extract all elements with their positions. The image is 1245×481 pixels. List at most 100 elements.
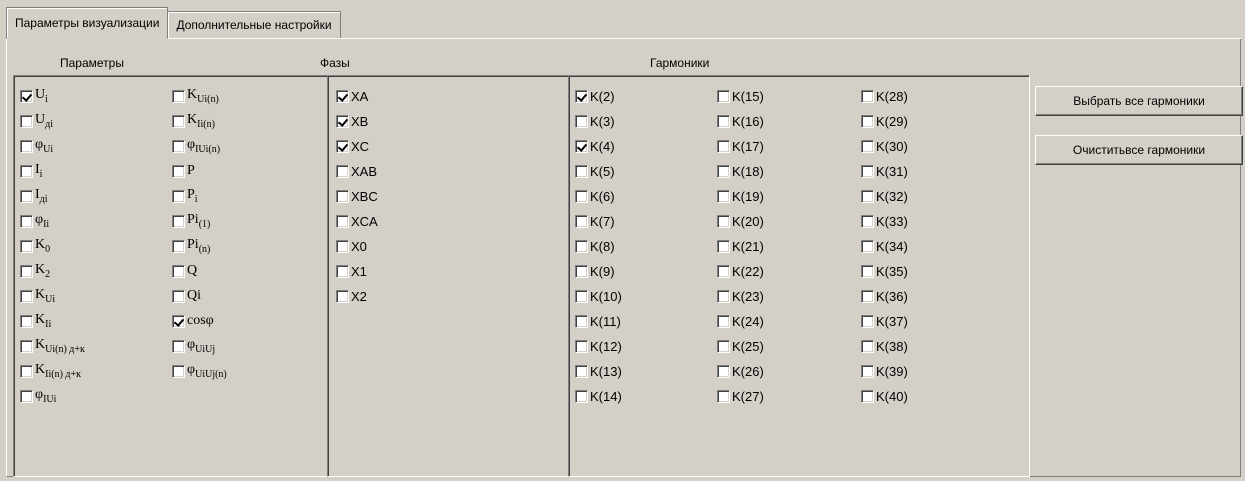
- phase-item-7[interactable]: X1: [336, 261, 367, 281]
- harmonic-col2-item-5[interactable]: K(20): [717, 211, 764, 231]
- harmonic-col1-item-12[interactable]: K(14): [575, 386, 622, 406]
- harmonic-col3-item-11[interactable]: K(39): [861, 361, 908, 381]
- param-col2-item-11[interactable]: φUiUj(n): [172, 361, 227, 381]
- harmonic-col2-item-7[interactable]: K(22): [717, 261, 764, 281]
- param-col2-item-6[interactable]: Pi(n): [172, 236, 210, 256]
- harmonic-col2-item-5-checkbox[interactable]: [717, 214, 730, 228]
- harmonic-col3-item-4-checkbox[interactable]: [861, 189, 874, 203]
- param-col1-item-6[interactable]: K0: [20, 236, 50, 256]
- phase-item-8[interactable]: X2: [336, 286, 367, 306]
- param-col2-item-9-checkbox[interactable]: [172, 314, 185, 328]
- harmonic-col3-item-7-checkbox[interactable]: [861, 264, 874, 278]
- param-col1-item-4[interactable]: Iдi: [20, 186, 48, 206]
- harmonic-col1-item-0[interactable]: K(2): [575, 86, 615, 106]
- harmonic-col3-item-2-checkbox[interactable]: [861, 139, 874, 153]
- harmonic-col1-item-8[interactable]: K(10): [575, 286, 622, 306]
- harmonic-col3-item-11-checkbox[interactable]: [861, 364, 874, 378]
- harmonic-col1-item-6[interactable]: K(8): [575, 236, 615, 256]
- harmonic-col1-item-11-checkbox[interactable]: [575, 364, 588, 378]
- phase-item-3[interactable]: XAB: [336, 161, 377, 181]
- harmonic-col1-item-5[interactable]: K(7): [575, 211, 615, 231]
- harmonic-col3-item-9[interactable]: K(37): [861, 311, 908, 331]
- harmonic-col3-item-4[interactable]: K(32): [861, 186, 908, 206]
- param-col2-item-0-checkbox[interactable]: [172, 89, 185, 103]
- harmonic-col1-item-8-checkbox[interactable]: [575, 289, 588, 303]
- harmonic-col1-item-4-checkbox[interactable]: [575, 189, 588, 203]
- param-col2-item-0[interactable]: KUi(n): [172, 86, 219, 106]
- harmonic-col3-item-10-checkbox[interactable]: [861, 339, 874, 353]
- param-col1-item-8-checkbox[interactable]: [20, 289, 33, 303]
- param-col1-item-10-checkbox[interactable]: [20, 339, 33, 353]
- harmonic-col1-item-1[interactable]: K(3): [575, 111, 615, 131]
- param-col1-item-4-checkbox[interactable]: [20, 189, 33, 203]
- phase-item-1[interactable]: XB: [336, 111, 368, 131]
- harmonic-col1-item-10-checkbox[interactable]: [575, 339, 588, 353]
- param-col2-item-1[interactable]: KIi(n): [172, 111, 215, 131]
- param-col1-item-10[interactable]: KUi(n) д+к: [20, 336, 85, 356]
- param-col2-item-7-checkbox[interactable]: [172, 264, 185, 278]
- phase-item-1-checkbox[interactable]: [336, 114, 349, 128]
- harmonic-col2-item-6-checkbox[interactable]: [717, 239, 730, 253]
- harmonic-col2-item-8-checkbox[interactable]: [717, 289, 730, 303]
- phase-item-0-checkbox[interactable]: [336, 89, 349, 103]
- param-col2-item-1-checkbox[interactable]: [172, 114, 185, 128]
- harmonic-col3-item-12[interactable]: K(40): [861, 386, 908, 406]
- harmonic-col2-item-6[interactable]: K(21): [717, 236, 764, 256]
- param-col1-item-2-checkbox[interactable]: [20, 139, 33, 153]
- param-col1-item-11[interactable]: KIi(n) д+к: [20, 361, 81, 381]
- param-col2-item-4-checkbox[interactable]: [172, 189, 185, 203]
- tab-visualization-params[interactable]: Параметры визуализации: [6, 7, 169, 39]
- harmonic-col2-item-10[interactable]: K(25): [717, 336, 764, 356]
- param-col2-item-10[interactable]: φUiUj: [172, 336, 215, 356]
- param-col2-item-10-checkbox[interactable]: [172, 339, 185, 353]
- harmonic-col3-item-9-checkbox[interactable]: [861, 314, 874, 328]
- param-col1-item-0-checkbox[interactable]: [20, 89, 33, 103]
- harmonic-col1-item-7[interactable]: K(9): [575, 261, 615, 281]
- harmonic-col1-item-9-checkbox[interactable]: [575, 314, 588, 328]
- harmonic-col1-item-4[interactable]: K(6): [575, 186, 615, 206]
- harmonic-col1-item-12-checkbox[interactable]: [575, 389, 588, 403]
- harmonic-col1-item-9[interactable]: K(11): [575, 311, 621, 331]
- harmonic-col2-item-0-checkbox[interactable]: [717, 89, 730, 103]
- phase-item-6-checkbox[interactable]: [336, 239, 349, 253]
- harmonic-col3-item-10[interactable]: K(38): [861, 336, 908, 356]
- param-col1-item-9[interactable]: KIi: [20, 311, 51, 331]
- harmonic-col3-item-0[interactable]: K(28): [861, 86, 908, 106]
- harmonic-col2-item-1[interactable]: K(16): [717, 111, 764, 131]
- phase-item-6[interactable]: X0: [336, 236, 367, 256]
- harmonic-col3-item-6[interactable]: K(34): [861, 236, 908, 256]
- harmonic-col3-item-1-checkbox[interactable]: [861, 114, 874, 128]
- param-col1-item-8[interactable]: KUi: [20, 286, 55, 306]
- harmonic-col2-item-4-checkbox[interactable]: [717, 189, 730, 203]
- harmonic-col1-item-3-checkbox[interactable]: [575, 164, 588, 178]
- param-col2-item-11-checkbox[interactable]: [172, 364, 185, 378]
- param-col1-item-1[interactable]: Uдi: [20, 111, 53, 131]
- harmonic-col1-item-2-checkbox[interactable]: [575, 139, 588, 153]
- clear-all-harmonics-button[interactable]: Очиститьвсе гармоники: [1035, 135, 1243, 165]
- tab-additional-settings[interactable]: Дополнительные настройки: [167, 11, 341, 38]
- param-col1-item-6-checkbox[interactable]: [20, 239, 33, 253]
- harmonic-col3-item-2[interactable]: K(30): [861, 136, 908, 156]
- harmonic-col2-item-3[interactable]: K(18): [717, 161, 764, 181]
- param-col2-item-6-checkbox[interactable]: [172, 239, 185, 253]
- param-col1-item-7[interactable]: K2: [20, 261, 50, 281]
- param-col1-item-1-checkbox[interactable]: [20, 114, 33, 128]
- phase-item-5[interactable]: XCA: [336, 211, 378, 231]
- harmonic-col2-item-11-checkbox[interactable]: [717, 364, 730, 378]
- phase-item-4-checkbox[interactable]: [336, 189, 349, 203]
- harmonic-col2-item-12[interactable]: K(27): [717, 386, 764, 406]
- harmonic-col3-item-3[interactable]: K(31): [861, 161, 908, 181]
- param-col2-item-5-checkbox[interactable]: [172, 214, 185, 228]
- harmonic-col1-item-7-checkbox[interactable]: [575, 264, 588, 278]
- param-col2-item-3-checkbox[interactable]: [172, 164, 185, 178]
- harmonic-col2-item-3-checkbox[interactable]: [717, 164, 730, 178]
- harmonic-col1-item-10[interactable]: K(12): [575, 336, 622, 356]
- harmonic-col1-item-2[interactable]: K(4): [575, 136, 615, 156]
- harmonic-col1-item-0-checkbox[interactable]: [575, 89, 588, 103]
- phase-item-2[interactable]: XC: [336, 136, 369, 156]
- param-col1-item-11-checkbox[interactable]: [20, 364, 33, 378]
- param-col1-item-7-checkbox[interactable]: [20, 264, 33, 278]
- harmonic-col3-item-3-checkbox[interactable]: [861, 164, 874, 178]
- param-col2-item-9[interactable]: cosφ: [172, 311, 214, 331]
- param-col1-item-12-checkbox[interactable]: [20, 389, 33, 403]
